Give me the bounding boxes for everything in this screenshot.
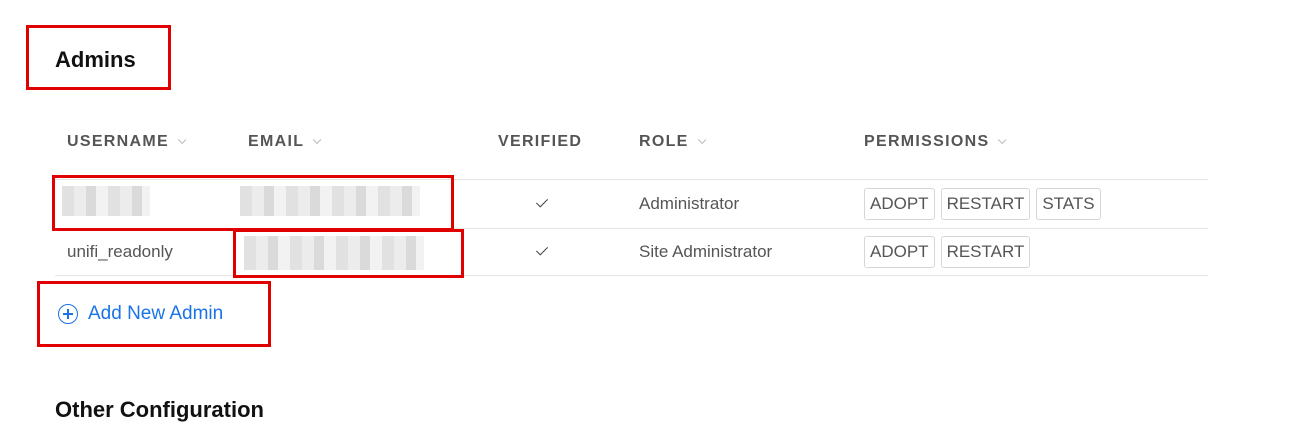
column-header-verified-label: VERIFIED	[498, 133, 583, 150]
admins-section-title: Admins	[55, 47, 136, 72]
permissions-cell: ADOPT RESTART	[864, 236, 1031, 268]
username-cell: unifi_readonly	[67, 242, 173, 261]
permission-badge: ADOPT	[864, 188, 935, 220]
permissions-cell: ADOPT RESTART STATS	[864, 188, 1101, 220]
plus-circle-icon	[58, 304, 78, 324]
row-divider	[55, 275, 1208, 276]
chevron-down-icon	[998, 135, 1007, 145]
column-header-role-label: ROLE	[639, 133, 689, 150]
column-header-username[interactable]: USERNAME	[67, 133, 187, 151]
role-cell: Administrator	[639, 194, 740, 213]
permission-badge: RESTART	[940, 236, 1031, 268]
column-header-username-label: USERNAME	[67, 133, 169, 150]
column-header-permissions[interactable]: PERMISSIONS	[864, 133, 1007, 151]
verified-check-icon	[535, 195, 549, 208]
redacted-email	[244, 236, 424, 270]
chevron-down-icon	[313, 135, 322, 145]
admins-settings-page: Admins USERNAME EMAIL VERIFIED ROLE PERM…	[0, 0, 1298, 443]
column-header-email[interactable]: EMAIL	[248, 133, 322, 151]
column-header-role[interactable]: ROLE	[639, 133, 707, 151]
permission-badge: RESTART	[940, 188, 1031, 220]
chevron-down-icon	[177, 135, 187, 145]
row-divider	[55, 228, 1208, 229]
column-header-verified: VERIFIED	[498, 133, 582, 151]
verified-check-icon	[535, 243, 549, 256]
add-new-admin-label: Add New Admin	[88, 303, 224, 324]
permission-badge: STATS	[1036, 188, 1101, 220]
column-header-email-label: EMAIL	[248, 133, 305, 150]
role-cell: Site Administrator	[639, 242, 773, 261]
permission-badge: ADOPT	[864, 236, 935, 268]
add-new-admin-button[interactable]: Add New Admin	[58, 303, 223, 325]
row-divider	[55, 179, 1208, 180]
chevron-down-icon	[697, 135, 707, 145]
redacted-username	[62, 186, 150, 216]
other-configuration-title: Other Configuration	[55, 397, 264, 422]
column-header-permissions-label: PERMISSIONS	[864, 133, 990, 150]
redacted-email	[240, 186, 420, 216]
